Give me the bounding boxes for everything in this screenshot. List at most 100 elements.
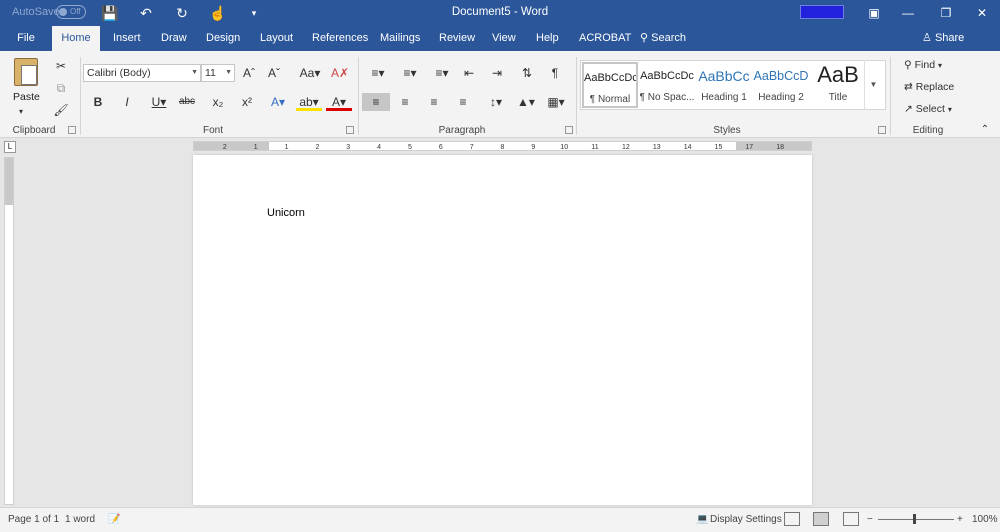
paste-button[interactable]: Paste [13, 91, 40, 103]
style-sample: AaBbCcDc [640, 70, 694, 82]
tab-home[interactable]: Home [52, 26, 100, 51]
font-size-combo[interactable]: 11 ▼ [201, 64, 235, 82]
ruler-tick-label: 13 [653, 144, 661, 150]
tab-mailings[interactable]: Mailings [380, 26, 420, 51]
collapse-ribbon-icon[interactable]: ⌃ [978, 121, 992, 139]
superscript-icon[interactable]: x² [238, 93, 256, 111]
tab-file[interactable]: File [8, 26, 44, 51]
numbering-icon[interactable]: ≡▾ [398, 64, 422, 82]
save-icon[interactable]: 💾 [100, 4, 120, 22]
style-title[interactable]: AaB Title [810, 62, 866, 108]
ruler-tick-label: 7 [470, 144, 474, 150]
cut-icon[interactable]: ✂ [52, 57, 70, 75]
select-button[interactable]: ↗ Select ▾ [904, 101, 952, 117]
clipboard-launcher-icon[interactable] [68, 126, 76, 134]
ruler-tick-label: 12 [622, 144, 630, 150]
zoom-slider-thumb[interactable] [913, 514, 916, 524]
vertical-ruler[interactable] [4, 157, 14, 505]
search-box[interactable]: ⚲ Search [640, 26, 686, 51]
touch-mode-icon[interactable]: ☝ [208, 4, 228, 22]
show-formatting-icon[interactable]: ¶ [546, 64, 564, 82]
find-button[interactable]: ⚲ Find ▾ [904, 57, 942, 73]
zoom-in-icon[interactable]: + [957, 514, 963, 525]
tab-insert[interactable]: Insert [113, 26, 141, 51]
align-right-icon[interactable]: ≡ [425, 93, 443, 111]
tab-help[interactable]: Help [536, 26, 559, 51]
shading-icon[interactable]: ▲▾ [514, 93, 538, 111]
paragraph-launcher-icon[interactable] [565, 126, 573, 134]
replace-button[interactable]: ⇄ Replace [904, 79, 954, 95]
styles-more-icon[interactable]: ▼ [864, 60, 882, 110]
sort-icon[interactable]: ⇅ [518, 64, 536, 82]
font-color-icon[interactable]: A▾ [326, 93, 352, 111]
underline-icon[interactable]: U▾ [148, 93, 170, 111]
proofing-icon[interactable]: 📝 [108, 514, 120, 525]
display-settings-icon[interactable]: 💻 [696, 514, 708, 525]
read-mode-icon[interactable] [784, 512, 800, 526]
minimize-icon[interactable]: — [896, 3, 920, 23]
restore-icon[interactable]: ❐ [934, 3, 958, 23]
tab-acrobat[interactable]: ACROBAT [579, 26, 631, 51]
document-text[interactable]: Unicorn [267, 207, 305, 219]
change-case-icon[interactable]: Aa▾ [298, 64, 322, 82]
tab-selector[interactable]: L [4, 141, 16, 153]
find-label: Find [914, 59, 936, 71]
decrease-indent-icon[interactable]: ⇤ [460, 64, 478, 82]
borders-icon[interactable]: ▦▾ [544, 93, 568, 111]
subscript-icon[interactable]: x₂ [209, 93, 227, 111]
paste-icon[interactable] [14, 58, 38, 86]
customize-toolbar-icon[interactable]: ▾ [244, 4, 264, 22]
clear-formatting-icon[interactable]: A✗ [331, 64, 349, 82]
redo-icon[interactable]: ↻ [172, 4, 192, 22]
font-name-combo[interactable]: Calibri (Body) ▼ [83, 64, 201, 82]
style-normal[interactable]: AaBbCcDc ¶ Normal [582, 62, 638, 108]
print-layout-icon[interactable] [813, 512, 829, 526]
align-center-icon[interactable]: ≡ [396, 93, 414, 111]
ruler-tick-label: 17 [745, 144, 753, 150]
horizontal-ruler[interactable]: 2 1 1 2 3 4 5 6 7 8 9 10 11 12 13 14 15 17 18 [193, 141, 812, 151]
increase-indent-icon[interactable]: ⇥ [488, 64, 506, 82]
grow-font-icon[interactable]: Aˆ [241, 64, 257, 82]
display-settings[interactable]: Display Settings [710, 514, 782, 525]
zoom-out-icon[interactable]: − [867, 514, 873, 525]
zoom-level[interactable]: 100% [972, 514, 998, 525]
tab-design[interactable]: Design [206, 26, 240, 51]
tab-draw[interactable]: Draw [161, 26, 187, 51]
copy-icon[interactable]: ⧉ [52, 79, 70, 97]
paste-dropdown-icon[interactable]: ▾ [19, 103, 23, 121]
undo-icon[interactable]: ↶ [136, 4, 156, 22]
justify-icon[interactable]: ≡ [454, 93, 472, 111]
zoom-slider[interactable] [878, 519, 954, 520]
tab-view[interactable]: View [492, 26, 516, 51]
line-spacing-icon[interactable]: ↕▾ [484, 93, 508, 111]
font-launcher-icon[interactable] [346, 126, 354, 134]
tab-review[interactable]: Review [439, 26, 475, 51]
ribbon-display-options-icon[interactable]: ▣ [862, 3, 886, 23]
style-heading-1[interactable]: AaBbCc Heading 1 [696, 62, 752, 108]
ruler-tick-label: 9 [531, 144, 535, 150]
shrink-font-icon[interactable]: Aˇ [266, 64, 282, 82]
bold-icon[interactable]: B [91, 93, 105, 111]
account-box[interactable] [800, 5, 844, 19]
multilevel-list-icon[interactable]: ≡▾ [430, 64, 454, 82]
document-page[interactable]: Unicorn [193, 155, 812, 505]
italic-icon[interactable]: I [120, 93, 134, 111]
style-no-spacing[interactable]: AaBbCcDc ¶ No Spac... [639, 62, 695, 108]
web-layout-icon[interactable] [843, 512, 859, 526]
close-icon[interactable]: ✕ [970, 3, 994, 23]
format-painter-icon[interactable]: 🖌 [52, 101, 70, 119]
autosave-toggle[interactable]: Off [56, 5, 86, 19]
tab-layout[interactable]: Layout [260, 26, 293, 51]
bullets-icon[interactable]: ≡▾ [366, 64, 390, 82]
share-button[interactable]: ♙ Share [922, 26, 964, 51]
strikethrough-icon[interactable]: abc [178, 93, 196, 111]
styles-launcher-icon[interactable] [878, 126, 886, 134]
align-left-icon[interactable]: ≡ [362, 93, 390, 111]
tab-references[interactable]: References [312, 26, 368, 51]
highlight-color-icon[interactable]: ab▾ [296, 93, 322, 111]
style-heading-2[interactable]: AaBbCcD Heading 2 [753, 62, 809, 108]
divider [890, 57, 891, 135]
text-effects-icon[interactable]: A▾ [266, 93, 290, 111]
word-count[interactable]: 1 word [65, 514, 95, 525]
page-count[interactable]: Page 1 of 1 [8, 514, 59, 525]
